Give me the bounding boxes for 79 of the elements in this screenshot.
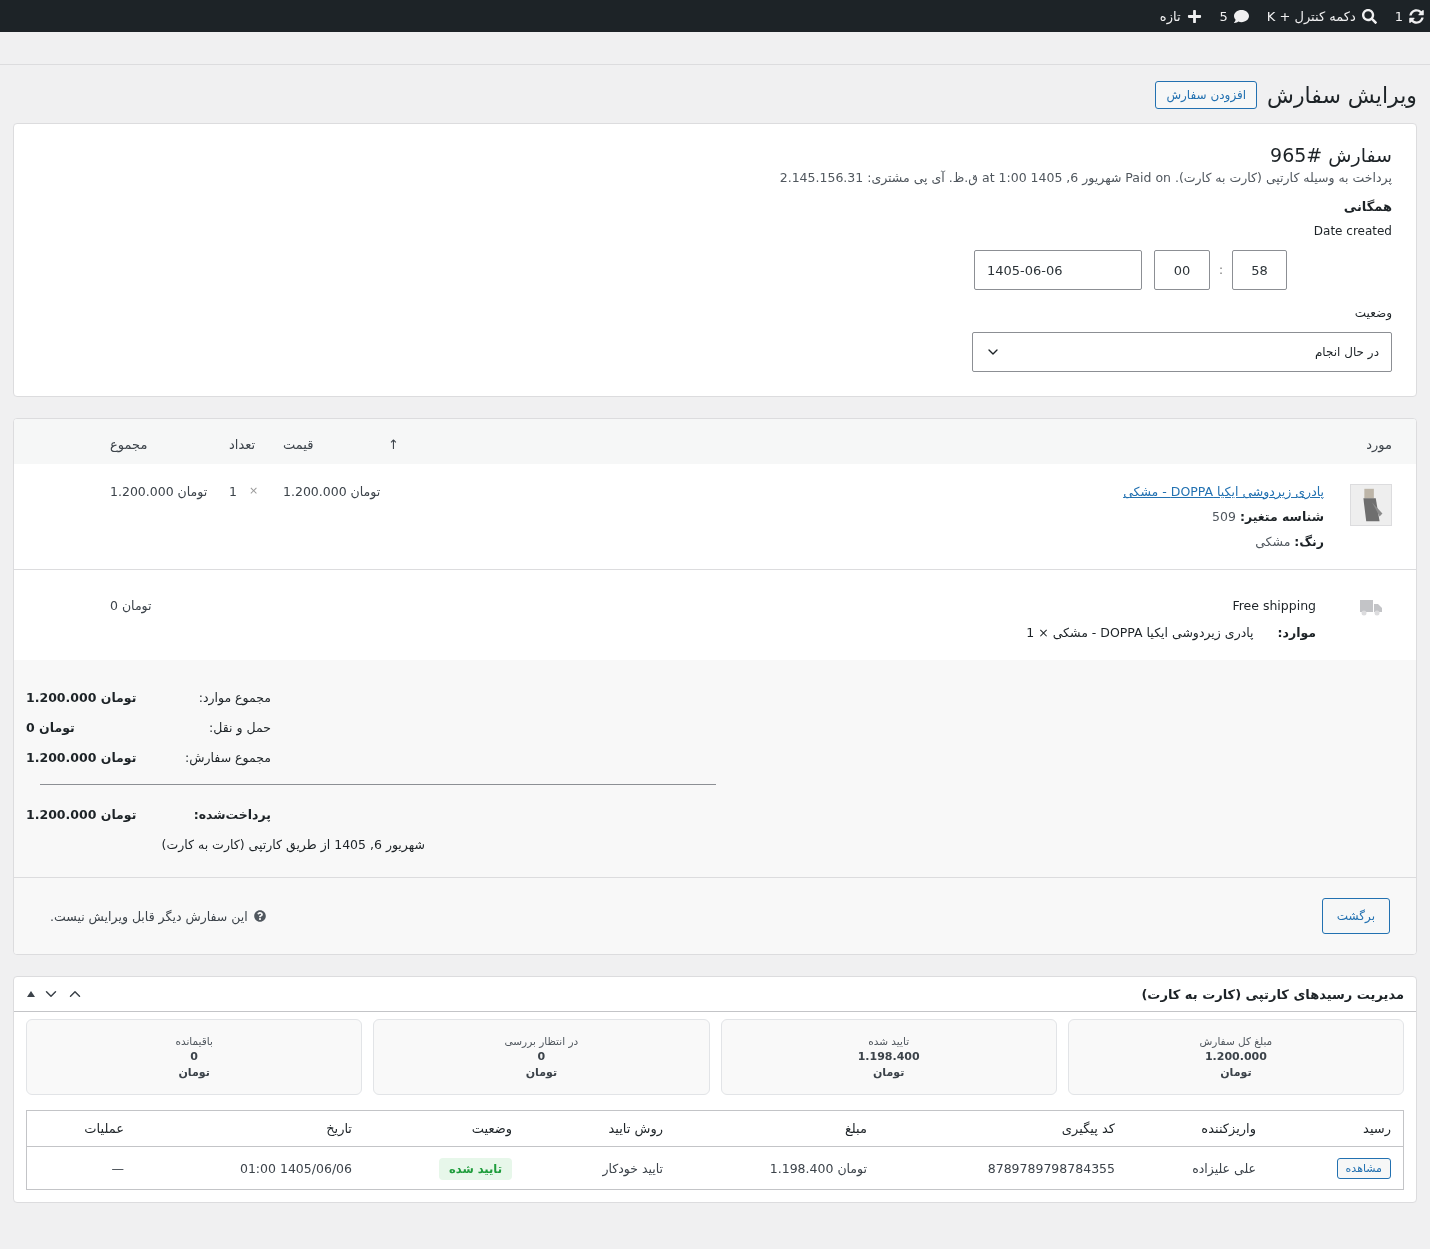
times-sign: × (248, 484, 259, 499)
column-header: تاریخ (325, 1121, 353, 1136)
column-header: روش تایید (607, 1121, 664, 1136)
stat-value: 0 (190, 1050, 198, 1063)
quantity-cell-text: 1 (229, 484, 237, 501)
shipping-items: پادری زیردوشی ایکیا DOPPA - مشکی × 1 (1026, 625, 1254, 640)
column-header: تعداد (229, 436, 257, 454)
field-label: Date created (1312, 224, 1392, 238)
help-icon (253, 910, 266, 922)
comment-icon (1233, 8, 1249, 24)
stat-label: باقیمانده (175, 1035, 213, 1047)
stat-unit: تومان (872, 1066, 905, 1079)
column-header: قیمت (283, 436, 315, 454)
toolbar-link[interactable]: 1 (1394, 8, 1424, 24)
column-header: کد پیگیری (1060, 1121, 1116, 1136)
page-title: ویرایش سفارش (1267, 82, 1417, 108)
section-title: همگانی (1342, 199, 1392, 214)
total-cell-text: 1.200.000 تومان (110, 483, 209, 502)
sort-arrow[interactable]: ↑ (388, 419, 420, 464)
stat-label: مبلغ کل سفارش (1199, 1035, 1273, 1047)
search-icon (1361, 8, 1377, 24)
toolbar-link[interactable]: تازه (1159, 8, 1202, 24)
minute-field[interactable]: 58 (1232, 250, 1287, 290)
notice-text: این سفارش دیگر قابل ویرایش نیست. (50, 908, 248, 924)
status-select[interactable]: در حال انجام (972, 332, 1392, 372)
panel-title: مدیریت رسیدهای کارتپی (کارت به کارت) (1141, 986, 1404, 1002)
collapse-button[interactable] (26, 990, 36, 998)
table-cell: 1.198.400 تومان (769, 1160, 867, 1176)
field-label: وضعیت (1353, 306, 1392, 320)
triangle-icon (26, 990, 36, 998)
table-cell-text: 8789789798784355 (986, 1160, 1116, 1176)
paid-label: پرداخت‌شده: (192, 806, 271, 822)
paid-value: 1.200.000 تومان (26, 806, 137, 822)
column-header: وضعیت (470, 1121, 513, 1136)
refresh-icon (1409, 8, 1424, 24)
time-separator: : (1217, 263, 1224, 277)
stat-label: تایید شده (868, 1035, 910, 1047)
total-label: مجموع موارد: (197, 689, 271, 705)
hour-field[interactable]: 00 (1153, 250, 1210, 290)
column-header: عملیات (83, 1121, 125, 1136)
status-badge: تایید شده (438, 1157, 512, 1180)
product-meta: رنگ: مشکی (1254, 534, 1324, 549)
column-header: مجموع (110, 436, 149, 455)
table-cell-text: — (110, 1160, 125, 1176)
column-header: واریزکننده (1200, 1121, 1257, 1136)
toolbar-link[interactable]: 5 (1219, 8, 1249, 24)
stat-unit: تومان (1220, 1066, 1252, 1079)
view-button[interactable]: مشاهده (1336, 1157, 1391, 1179)
stat-unit: تومان (178, 1066, 210, 1079)
order-meta: پرداخت به وسیله کارتپی (کارت به کارت). Paid on شهریور 6, 1405 at 1:00 ق.ظ. آی پی مشتری: 2.145.156.31 (778, 170, 1392, 185)
stat-value: 1.200.000 (1204, 1050, 1267, 1063)
column-header: رسید (1362, 1121, 1392, 1136)
total-label: مجموع سفارش: (184, 749, 271, 765)
add-order-button[interactable]: افزودن سفارش (1155, 81, 1258, 109)
column-header: مبلغ (843, 1121, 868, 1136)
stat-value: 1.198.400 (857, 1050, 920, 1063)
table-cell-text: تایید خودکار (601, 1160, 664, 1176)
stat-unit: تومان (525, 1066, 558, 1079)
table-cell-text: علی علیزاده (1191, 1160, 1257, 1176)
toolbar-link[interactable]: دکمه کنترل + K (1266, 8, 1377, 24)
shipping-method: Free shipping (1231, 598, 1316, 613)
truck-icon (1360, 598, 1382, 616)
stat-label: در انتظار بررسی (504, 1035, 579, 1047)
plus-icon (1186, 8, 1202, 24)
column-header: مورد (1365, 436, 1392, 455)
total-value: 1.200.000 تومان (26, 689, 137, 705)
order-title: سفارش #965 (1269, 144, 1392, 166)
back-button[interactable]: برگشت (1321, 898, 1390, 934)
price-cell-text: 1.200.000 تومان (283, 483, 382, 502)
items-label: موارد: (1277, 625, 1316, 640)
total-value: 0 تومان (26, 719, 75, 735)
shipping-total: 0 تومان (110, 597, 153, 616)
date-field[interactable]: 1405-06-06 (973, 250, 1142, 290)
total-label: حمل و نقل: (208, 719, 271, 735)
stat-value: 0 (537, 1050, 546, 1063)
product-link[interactable]: پادری زیردوشی ایکیا DOPPA - مشکی (1123, 484, 1324, 499)
table-cell-text: 1405/06/06 01:00 (238, 1160, 353, 1176)
total-value: 1.200.000 تومان (26, 749, 137, 765)
payment-note: شهریور 6, 1405 از طریق کارتپی (کارت به کارت) (161, 836, 425, 852)
